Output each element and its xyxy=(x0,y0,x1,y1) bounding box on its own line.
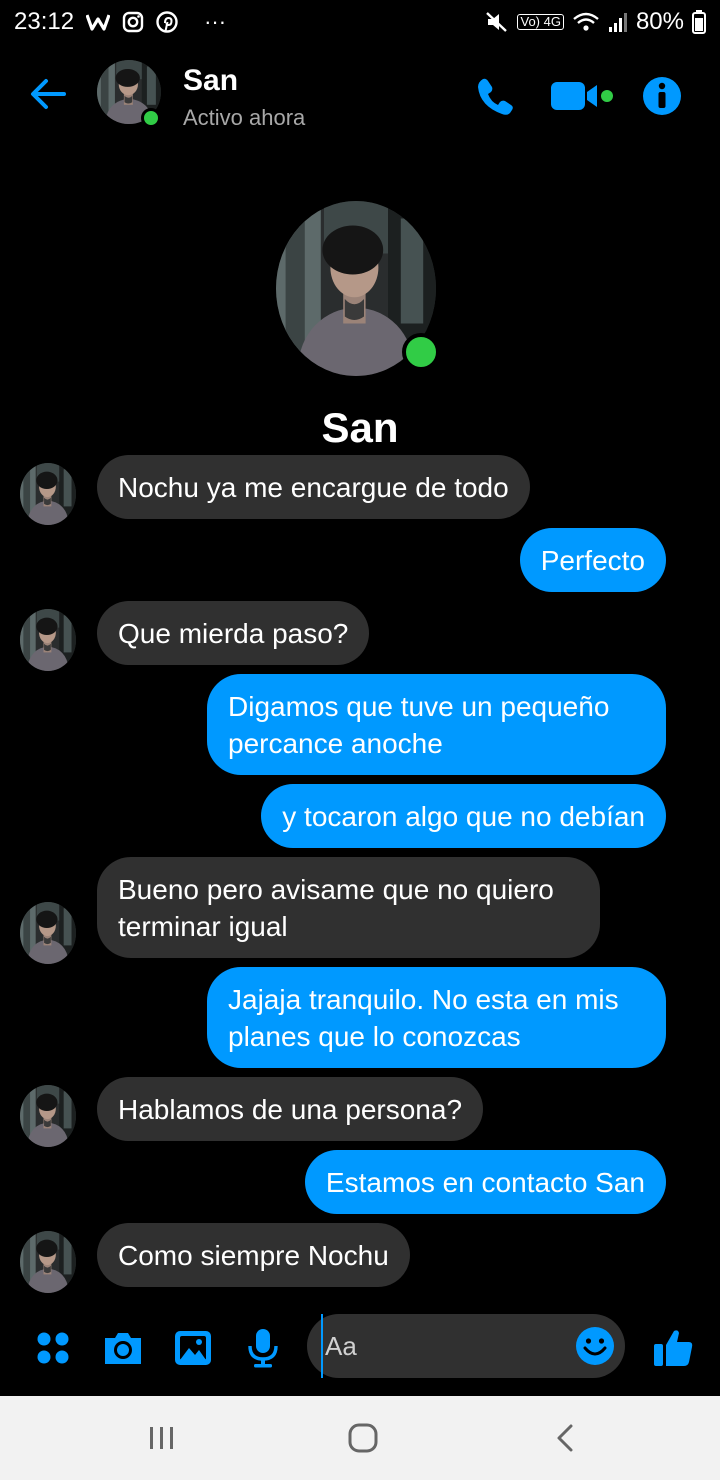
mute-icon xyxy=(485,11,509,33)
chat-header: San Activo ahora xyxy=(0,52,720,138)
thumbs-up-icon[interactable] xyxy=(645,1320,701,1376)
wifi-icon xyxy=(572,11,600,33)
contact-status: Activo ahora xyxy=(183,105,306,130)
avatar[interactable] xyxy=(20,1085,76,1147)
message-composer xyxy=(0,1312,720,1384)
message-bubble-outgoing[interactable]: Perfecto xyxy=(519,528,666,592)
battery-icon xyxy=(692,10,706,34)
profile-name: San xyxy=(321,404,399,451)
message-bubble-outgoing[interactable]: Estamos en contacto San xyxy=(304,1150,666,1214)
gallery-icon[interactable] xyxy=(165,1320,221,1376)
avatar[interactable] xyxy=(20,609,76,671)
status-bar: 23:12 ··· Vo) 4G 80% xyxy=(0,0,720,44)
emoji-icon[interactable] xyxy=(575,1326,615,1366)
android-nav-bar xyxy=(0,1396,720,1480)
instagram-icon xyxy=(122,11,144,33)
apps-grid-icon[interactable] xyxy=(25,1320,81,1376)
avatar[interactable] xyxy=(20,1231,76,1293)
message-bubble-incoming[interactable]: Hablamos de una persona? xyxy=(97,1077,484,1141)
battery-percent: 80% xyxy=(635,8,684,35)
status-time: 23:12 xyxy=(14,8,75,35)
back-arrow-icon[interactable] xyxy=(26,72,70,116)
more-dots-icon: ··· xyxy=(204,9,227,34)
message-bubble-incoming[interactable]: Bueno pero avisame que no quiero termina… xyxy=(97,857,600,958)
signal-icon xyxy=(608,11,628,33)
avatar[interactable] xyxy=(20,463,76,525)
online-indicator xyxy=(141,108,161,128)
recent-apps-icon[interactable] xyxy=(140,1418,184,1458)
message-bubble-outgoing[interactable]: Jajaja tranquilo. No esta en mis planes … xyxy=(207,967,666,1068)
phone-call-icon[interactable] xyxy=(472,74,516,118)
message-bubble-incoming[interactable]: Como siempre Nochu xyxy=(97,1223,410,1287)
profile-online-indicator xyxy=(402,333,440,371)
back-nav-icon[interactable] xyxy=(543,1418,587,1458)
message-bubble-outgoing[interactable]: Digamos que tuve un pequeño percance ano… xyxy=(207,674,666,775)
video-call-icon[interactable] xyxy=(550,74,616,118)
message-input-pill xyxy=(307,1314,625,1378)
network-4g-icon: Vo) 4G xyxy=(517,14,564,30)
info-icon[interactable] xyxy=(640,74,684,118)
w-app-icon xyxy=(86,12,111,32)
message-input[interactable] xyxy=(321,1314,571,1378)
message-bubble-outgoing[interactable]: y tocaron algo que no debían xyxy=(261,784,666,848)
contact-name[interactable]: San xyxy=(183,64,238,98)
home-icon[interactable] xyxy=(341,1418,385,1458)
message-bubble-incoming[interactable]: Nochu ya me encargue de todo xyxy=(97,455,530,519)
status-bar-right: Vo) 4G 80% xyxy=(485,8,706,36)
status-bar-left: 23:12 ··· xyxy=(14,8,226,36)
microphone-icon[interactable] xyxy=(235,1320,291,1376)
camera-icon[interactable] xyxy=(95,1320,151,1376)
pinterest-icon xyxy=(156,11,178,33)
avatar[interactable] xyxy=(20,902,76,964)
message-bubble-incoming[interactable]: Que mierda paso? xyxy=(97,601,370,665)
